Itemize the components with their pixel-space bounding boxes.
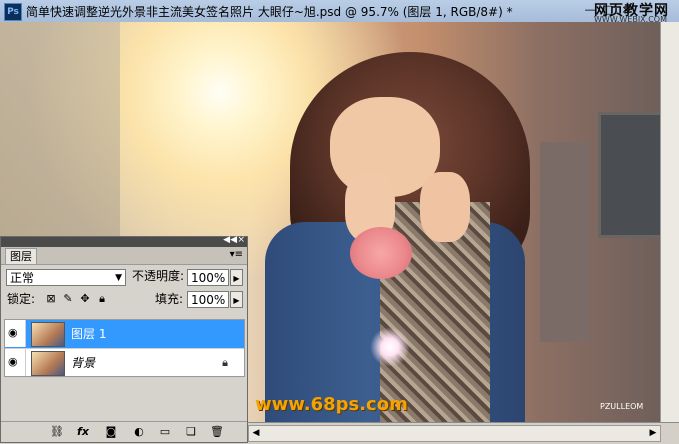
opacity-label: 不透明度: [132,269,185,283]
trash-icon[interactable]: 🗑︎ [209,425,225,439]
adjustment-icon[interactable]: ◐ [131,425,147,439]
lock-all-icon[interactable]: 🔒︎ [96,293,108,305]
layers-panel: ◀◀ × 图层 ▾≡ 正常 ▼ 不透明度: 100% ▶ 锁定: ⊠ ✎ ✥ 🔒… [0,235,248,443]
watermark-bottom: www.68ps.com [255,394,408,415]
eye-icon: ◉ [8,355,18,368]
layer-thumbnail [31,322,65,347]
close-panel-icon[interactable]: × [237,235,245,245]
tab-layers[interactable]: 图层 [5,248,37,264]
chevron-down-icon: ▼ [115,273,122,283]
watermark-corner: PZULLEOM [600,402,644,411]
lock-fill-row: 锁定: ⊠ ✎ ✥ 🔒︎ 填充: 100% ▶ [1,287,247,309]
opacity-slider-button[interactable]: ▶ [230,269,243,286]
visibility-toggle[interactable]: ◉ [5,349,26,376]
background-door [540,142,590,342]
panel-footer: ⛓ fx ◙ ◐ ▭ ❏ 🗑︎ [1,421,247,442]
horizontal-scrollbar[interactable]: ◀ ▶ [248,425,661,442]
maximize-button[interactable]: □ [600,3,616,17]
group-icon[interactable]: ▭ [157,425,173,439]
eye-icon: ◉ [8,326,18,339]
link-icon[interactable]: ⛓ [49,425,65,439]
blend-mode-value: 正常 [10,271,35,285]
fill-slider-button[interactable]: ▶ [230,291,243,308]
title-bar: Ps 简单快速调整逆光外景非主流美女签名照片 大眼仔~旭.psd @ 95.7%… [0,0,679,24]
scroll-right-arrow-icon[interactable]: ▶ [646,426,660,441]
window-title: 简单快速调整逆光外景非主流美女签名照片 大眼仔~旭.psd @ 95.7% (图… [26,5,513,19]
lock-transparent-icon[interactable]: ⊠ [45,293,57,305]
pink-flower [350,227,412,279]
blend-mode-select[interactable]: 正常 ▼ [6,269,126,286]
opacity-input[interactable]: 100% [187,269,229,286]
lock-image-brush-icon[interactable]: ✎ [62,293,74,305]
panel-tab-row: 图层 ▾≡ [1,247,247,265]
mask-icon[interactable]: ◙ [103,425,119,439]
fill-label: 填充: [155,292,184,306]
vertical-scrollbar[interactable] [660,22,679,422]
lock-position-move-icon[interactable]: ✥ [79,293,91,305]
background-window [598,112,660,238]
lock-icon: 🔒︎ [222,356,228,369]
new-layer-icon[interactable]: ❏ [183,425,199,439]
close-button[interactable]: × [618,3,634,17]
fill-input[interactable]: 100% [187,291,229,308]
lens-flare [370,327,410,367]
visibility-toggle[interactable]: ◉ [5,320,26,347]
minimize-button[interactable]: — [582,3,598,17]
collapse-panel-icon[interactable]: ◀◀ [223,235,237,245]
layer-thumbnail [31,351,65,376]
layer-row-background[interactable]: ◉ 背景 🔒︎ [5,349,244,378]
layer-name[interactable]: 图层 1 [71,325,106,342]
layer-row-layer1[interactable]: ◉ 图层 1 [5,320,244,349]
panel-header-strip: ◀◀ × [1,235,247,247]
subject-right-hand [420,172,470,242]
layer-name[interactable]: 背景 [71,354,95,371]
photoshop-app-icon: Ps [4,3,22,21]
lock-label: 锁定: [7,292,36,306]
scroll-left-arrow-icon[interactable]: ◀ [249,426,263,441]
panel-menu-icon[interactable]: ▾≡ [230,249,243,260]
fx-icon[interactable]: fx [75,425,91,439]
layers-list: ◉ 图层 1 ◉ 背景 🔒︎ [4,319,245,378]
blend-opacity-row: 正常 ▼ 不透明度: 100% ▶ [1,265,247,287]
